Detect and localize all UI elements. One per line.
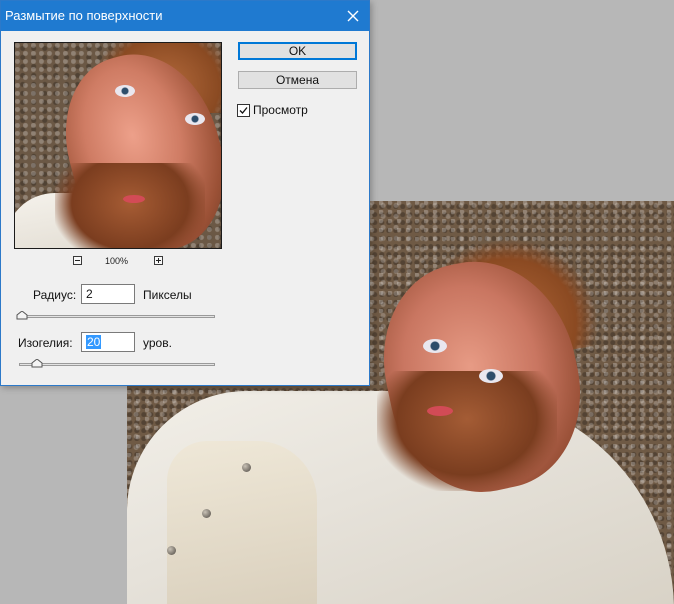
zoom-in-button[interactable] [154,256,163,265]
threshold-label: Изогелия: [18,336,73,350]
radius-input[interactable]: 2 [81,284,135,304]
zoom-out-button[interactable] [73,256,82,265]
dialog-titlebar[interactable]: Размытие по поверхности [1,1,369,31]
preview-image[interactable] [14,42,222,249]
ok-button[interactable]: OK [238,42,357,60]
radius-label: Радиус: [33,288,77,302]
checkmark-icon [239,107,248,114]
preview-mouth [123,195,145,203]
photo-vest-button [202,509,211,518]
zoom-level: 100% [105,256,129,266]
threshold-slider-track[interactable] [19,363,215,366]
photo-eye [479,369,503,383]
dialog-title: Размытие по поверхности [5,8,163,23]
preview-checkbox[interactable] [237,104,250,117]
radius-value: 2 [86,287,93,301]
photo-vest-button [242,463,251,472]
preview-checkbox-label: Просмотр [253,103,308,117]
minus-icon [75,260,80,261]
close-button[interactable] [337,1,369,31]
cancel-button[interactable]: Отмена [238,71,357,89]
plus-icon [156,258,161,263]
radius-slider-track[interactable] [19,315,215,318]
photo-eye [423,339,447,353]
preview-beard [55,163,205,248]
close-icon [347,10,359,22]
radius-unit: Пикселы [143,288,192,302]
preview-eye [115,85,135,97]
preview-eye [185,113,205,125]
threshold-unit: уров. [143,336,172,350]
photo-beard [377,371,557,491]
threshold-input[interactable]: 20 [81,332,135,352]
photo-vest-button [167,546,176,555]
surface-blur-dialog: Размытие по поверхности 100% OK Отмена П… [0,0,370,386]
photo-mouth [427,406,453,416]
threshold-value: 20 [86,335,102,349]
